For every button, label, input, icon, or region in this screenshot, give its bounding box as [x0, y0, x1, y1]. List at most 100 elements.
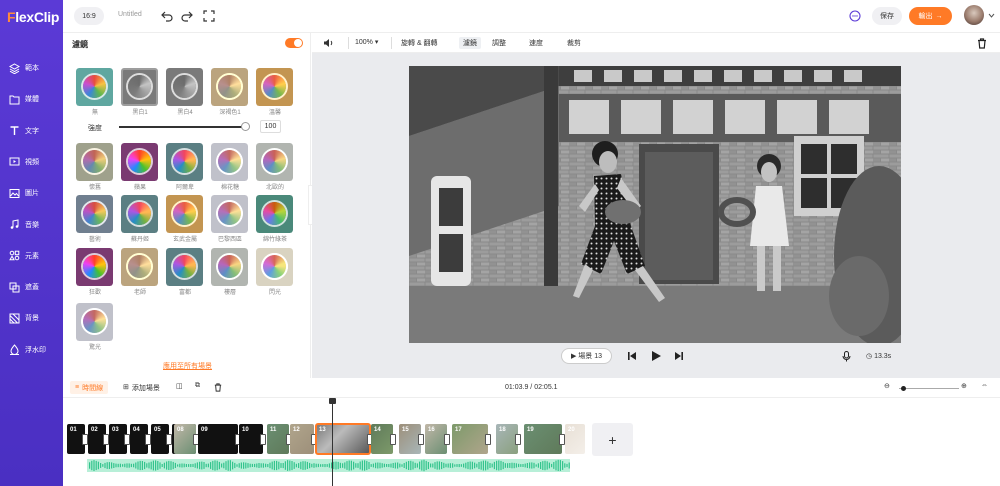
undo-icon[interactable] — [161, 10, 173, 22]
scene-image — [409, 66, 901, 343]
chat-icon[interactable] — [849, 10, 861, 22]
zoom-select[interactable]: 100% ▾ — [355, 38, 378, 46]
image-icon — [9, 188, 20, 198]
transition-button[interactable] — [418, 434, 424, 445]
sidebar: FlexClip 範本媒體文字視頻圖片音樂元素遮蓋背景浮水印 — [0, 0, 63, 486]
sidebar-item-watermark[interactable]: 浮水印 — [0, 341, 63, 359]
clip-number: 16 — [428, 427, 435, 433]
save-button[interactable]: 保存 — [872, 7, 902, 25]
audio-track[interactable] — [87, 459, 570, 472]
fit-timeline-icon[interactable]: ⇔ — [981, 382, 988, 389]
filter-thumbnail[interactable] — [121, 248, 158, 286]
play-icon: ▶ — [570, 353, 577, 360]
timeline-clip[interactable]: 17 — [452, 424, 488, 454]
add-scene-button[interactable]: ⊞ 添加場景 — [123, 383, 160, 393]
sidebar-item-label: 圖片 — [25, 190, 39, 198]
next-icon[interactable] — [674, 351, 684, 361]
timeline-zoom-knob[interactable] — [901, 386, 906, 391]
split-icon[interactable]: ◫ — [176, 382, 183, 390]
filter-thumbnail[interactable] — [211, 143, 248, 181]
transition-button[interactable] — [485, 434, 491, 445]
transition-button[interactable] — [444, 434, 450, 445]
filter-thumbnail[interactable] — [256, 248, 293, 286]
previous-icon[interactable] — [627, 351, 637, 361]
filter-thumbnail[interactable] — [211, 68, 248, 106]
filter-thumbnail[interactable] — [256, 68, 293, 106]
sidebar-item-media[interactable]: 媒體 — [0, 90, 63, 108]
tool-4[interactable]: 裁剪 — [567, 38, 581, 48]
clip-number: 11 — [270, 427, 277, 433]
aspect-ratio-button[interactable]: 16:9 — [74, 7, 104, 25]
redo-icon[interactable] — [181, 10, 193, 22]
add-clip-button[interactable]: + — [592, 423, 633, 456]
timeline-clip[interactable]: 20 — [565, 424, 585, 454]
play-icon[interactable] — [650, 350, 662, 362]
sidebar-item-overlay[interactable]: 遮蓋 — [0, 278, 63, 296]
timeline-clip[interactable]: 13 — [315, 423, 371, 455]
sidebar-item-label: 遮蓋 — [25, 284, 39, 292]
filter-thumbnail[interactable] — [256, 195, 293, 233]
tool-0[interactable]: 旋轉 & 翻轉 — [401, 38, 438, 48]
media-icon — [9, 95, 20, 105]
zoom-in-icon[interactable]: ⊕ — [961, 382, 967, 390]
filter-thumbnail[interactable] — [166, 195, 203, 233]
timeline-clip[interactable]: 19 — [524, 424, 562, 454]
filter-thumbnail[interactable] — [256, 143, 293, 181]
volume-icon[interactable] — [323, 38, 334, 48]
duplicate-icon[interactable]: ⧉ — [195, 382, 200, 390]
filter-thumbnail[interactable] — [166, 248, 203, 286]
timeline-zoom-slider[interactable] — [899, 388, 959, 389]
sidebar-item-music[interactable]: 音樂 — [0, 216, 63, 234]
project-title[interactable]: Untitled — [118, 11, 142, 18]
trash-icon[interactable] — [214, 383, 222, 392]
strength-slider[interactable] — [119, 126, 245, 128]
microphone-icon[interactable] — [842, 351, 851, 362]
apply-all-scenes-link[interactable]: 應用至所有場景 — [163, 361, 212, 371]
arrow-right-icon: → — [935, 12, 943, 20]
filter-thumbnail[interactable] — [76, 303, 113, 341]
sidebar-item-image[interactable]: 圖片 — [0, 184, 63, 202]
sidebar-item-text[interactable]: 文字 — [0, 122, 63, 140]
filter-thumbnail[interactable] — [166, 143, 203, 181]
sidebar-item-video[interactable]: 視頻 — [0, 153, 63, 171]
toolbar-divider — [391, 37, 392, 49]
timeline-clip[interactable]: 09 — [198, 424, 238, 454]
strength-slider-knob[interactable] — [241, 122, 250, 131]
avatar[interactable] — [964, 5, 984, 25]
filter-thumbnail[interactable] — [211, 248, 248, 286]
transition-button[interactable] — [390, 434, 396, 445]
sidebar-item-elements[interactable]: 元素 — [0, 247, 63, 265]
trash-icon[interactable] — [977, 38, 987, 49]
chevron-down-icon[interactable] — [988, 13, 995, 18]
watermark-icon — [10, 344, 19, 356]
tool-1[interactable]: 濾鏡 — [459, 37, 481, 49]
filter-thumbnail[interactable] — [121, 195, 158, 233]
filter-thumbnail[interactable] — [76, 68, 113, 106]
zoom-out-icon[interactable]: ⊖ — [884, 382, 890, 390]
scene-play-button[interactable]: ▶ 場景 13 — [561, 348, 612, 364]
logo[interactable]: FlexClip — [7, 9, 59, 25]
sidebar-item-label: 媒體 — [25, 96, 39, 104]
sidebar-item-background[interactable]: 背景 — [0, 309, 63, 327]
filter-toggle[interactable] — [285, 38, 303, 48]
transition-button[interactable] — [260, 434, 266, 445]
tool-3[interactable]: 速度 — [529, 38, 543, 48]
strength-input[interactable]: 100 — [260, 120, 281, 133]
filter-thumbnail[interactable] — [166, 68, 203, 106]
filter-thumbnail[interactable] — [76, 143, 113, 181]
export-button[interactable]: 輸出 → — [909, 7, 952, 25]
filter-thumbnail[interactable] — [76, 195, 113, 233]
filter-thumbnail[interactable] — [76, 248, 113, 286]
top-toolbar: 16:9 Untitled 保存 輸出 → — [63, 0, 1000, 33]
timeline-tab[interactable]: ≡ 時間線 — [70, 381, 109, 394]
filter-thumbnail[interactable] — [121, 143, 158, 181]
tool-2[interactable]: 調整 — [492, 38, 506, 48]
playhead[interactable] — [329, 398, 336, 486]
video-preview[interactable] — [409, 66, 901, 343]
filter-thumbnail[interactable] — [211, 195, 248, 233]
filter-thumbnail[interactable] — [121, 68, 158, 106]
transition-button[interactable] — [515, 434, 521, 445]
sidebar-item-template[interactable]: 範本 — [0, 59, 63, 77]
video-icon — [9, 157, 20, 166]
fullscreen-icon[interactable] — [203, 10, 215, 22]
